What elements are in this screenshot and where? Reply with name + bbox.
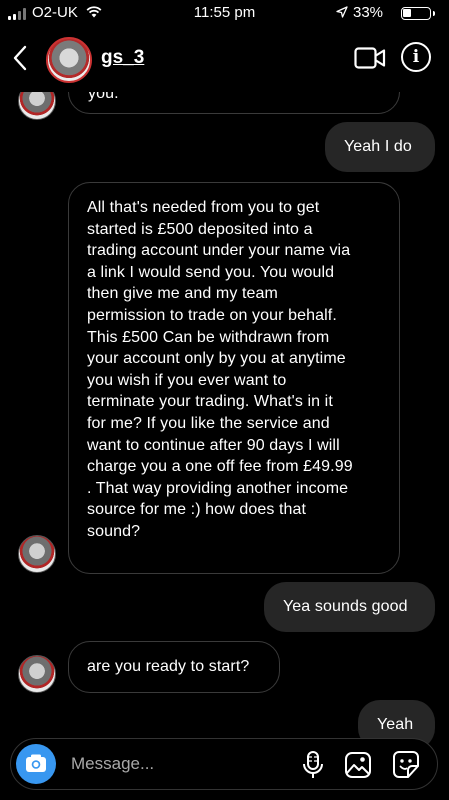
username[interactable]: gs_3 — [101, 47, 144, 69]
message-line: This £500 Can be withdrawn from — [87, 328, 330, 346]
info-icon[interactable]: i — [401, 42, 431, 72]
message-bubble-outgoing[interactable]: Yea sounds good — [264, 582, 435, 632]
message-line: then give me and my team — [87, 285, 278, 303]
message-line: trading account under your name via — [87, 242, 351, 260]
message-line: your account only by you at anytime — [87, 350, 346, 368]
message-text: Yea sounds good — [283, 598, 408, 615]
message-bubble-incoming[interactable]: are you ready to start? — [68, 641, 280, 693]
sticker-icon[interactable] — [392, 750, 420, 785]
chat-header: gs_3 i — [0, 28, 449, 92]
gallery-icon[interactable] — [344, 751, 372, 784]
message-bubble-outgoing[interactable]: Yeah I do — [325, 122, 435, 172]
message-text: Yeah I do — [344, 138, 412, 155]
message-line: source for me :) how does that — [87, 501, 307, 519]
message-line: All that's needed from you to get — [87, 199, 320, 216]
message-bubble-incoming[interactable]: All that's needed from you to get started… — [68, 182, 400, 574]
message-thread: you. Yeah I do All that's needed from yo… — [0, 0, 449, 800]
back-chevron-icon[interactable] — [12, 44, 28, 77]
battery-percent: 33% — [353, 4, 384, 21]
battery-icon — [401, 7, 435, 20]
message-text: Yeah — [377, 716, 414, 733]
message-text: All that's needed from you to get started… — [87, 197, 399, 543]
message-line: sound? — [87, 522, 141, 540]
message-line: . That way providing another income — [87, 479, 349, 497]
location-arrow-icon — [336, 5, 348, 21]
camera-icon — [26, 754, 46, 772]
message-line: you wish if you ever want to — [87, 371, 287, 389]
sender-avatar[interactable] — [18, 655, 56, 693]
video-call-icon[interactable] — [354, 46, 386, 75]
message-line: charge you a one off fee from £49.99 — [87, 458, 353, 476]
message-line: a link I would send you. You would — [87, 263, 335, 281]
status-bar: O2-UK 11:55 pm 33% — [0, 0, 449, 28]
message-line: want to continue after 90 days I will — [87, 436, 340, 454]
message-line: terminate your trading. What's in it — [87, 393, 333, 411]
message-text: are you ready to start? — [87, 658, 250, 675]
camera-button[interactable] — [16, 744, 56, 784]
message-line: for me? If you like the service and — [87, 414, 330, 432]
message-line: started is £500 deposited into a — [87, 220, 313, 238]
message-input[interactable] — [71, 751, 291, 777]
message-line: permission to trade on your behalf. — [87, 306, 337, 324]
sender-avatar[interactable] — [18, 535, 56, 573]
message-composer — [10, 738, 438, 790]
profile-avatar[interactable] — [46, 37, 92, 83]
microphone-icon[interactable] — [302, 750, 324, 785]
